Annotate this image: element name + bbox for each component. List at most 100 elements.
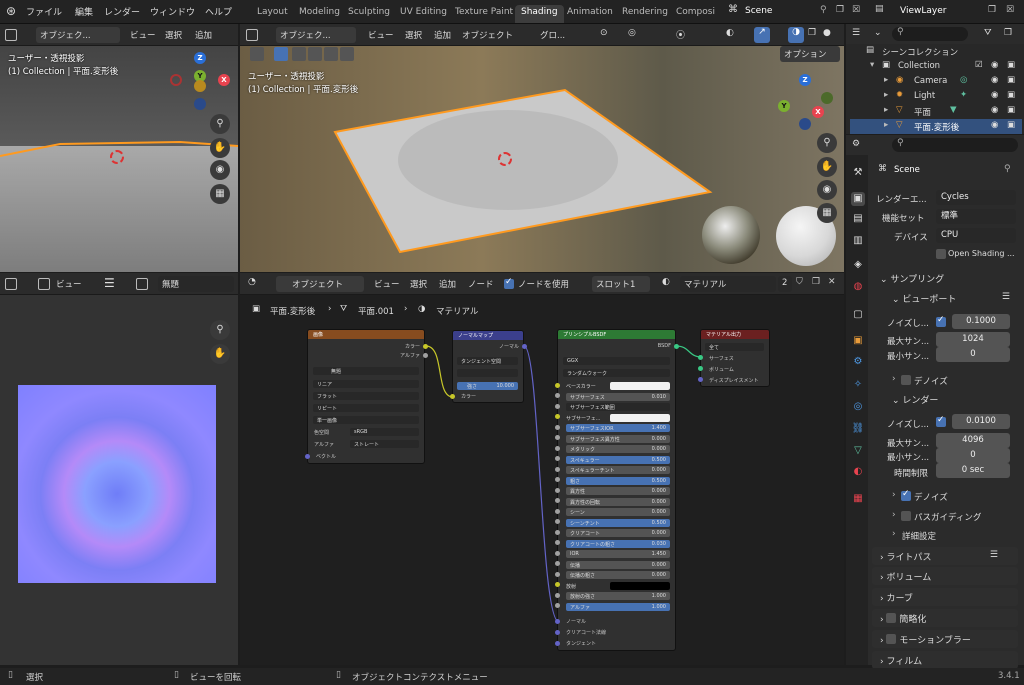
properties-editor-icon[interactable]: ⚙ [852,139,860,149]
menu-select[interactable]: 選択 [165,29,182,41]
eye-icon[interactable]: ◉ [991,60,998,70]
bsdf-input-socket[interactable] [555,403,560,409]
delete-viewlayer-icon[interactable]: ☒ [1006,5,1014,15]
eye-icon[interactable]: ◉ [991,90,998,100]
menu-add[interactable]: 追加 [434,29,451,41]
camera-render-icon[interactable]: ▣ [1007,60,1015,70]
image-color-socket[interactable] [423,344,428,349]
xray-icon[interactable]: ❐ [808,28,816,38]
bsdf-input-socket[interactable] [555,477,560,482]
bsdf-input-6[interactable]: メタリック 0.000 [566,445,670,453]
menu-file[interactable]: ファイル [26,5,62,18]
image-name-field[interactable]: 無題 [158,276,234,292]
node-header[interactable]: マテリアル出力 [701,330,769,339]
bsdf-input-3[interactable]: サブサーフェ... [566,413,670,422]
outliner-item-light[interactable]: ▸ ✹ Light ✦ ◉ ▣ [850,89,1022,104]
menu-add[interactable]: 追加 [195,29,212,41]
tab-sculpting[interactable]: Sculpting [342,5,396,23]
motion-blur-section[interactable]: › モーションブラー [872,630,1018,648]
bsdf-input-15[interactable]: クリアコートの粗さ 0.030 [566,539,670,548]
viewport-max-field[interactable]: 1024 [936,332,1010,347]
target-dropdown[interactable]: 全て [705,343,764,351]
expand-icon[interactable]: ▾ [870,60,874,70]
bsdf-input-8[interactable]: スペキュラーチント 0.000 [566,466,670,474]
checkbox-icon[interactable]: ☑ [975,60,983,70]
render-subsection[interactable]: ⌄ レンダー [884,390,1018,408]
time-limit-field[interactable]: 0 sec [936,463,1010,478]
menu-view[interactable]: ビュー [56,278,82,290]
render-denoise-checkbox[interactable] [901,489,911,501]
hamburger-icon[interactable]: ☰ [104,276,115,290]
visibility-icon[interactable]: ◐ [726,28,734,38]
node-header[interactable]: 画像 [308,330,424,339]
menu-view[interactable]: ビュー [368,29,394,41]
bsdf-input-socket[interactable] [555,561,560,566]
principled-bsdf-node[interactable]: プリンシプルBSDF BSDF GGX ランダムウォーク ベースカラー サブサーフ… [557,329,676,651]
simplify-section[interactable]: › 簡略化 [872,609,1018,627]
viewport-noise-field[interactable]: 0.1000 [952,314,1010,329]
gizmo-y-icon[interactable]: Y [778,100,790,112]
color-swatch[interactable] [610,382,670,390]
viewlayer-icon[interactable]: ▤ [875,4,884,14]
chevron-right-icon[interactable]: › [892,510,896,520]
normalmap-color-socket[interactable] [450,394,455,399]
curves-section[interactable]: › カーブ [872,588,1018,606]
gizmo-toggle-icon[interactable]: ↗ [754,27,770,43]
ortho-grid-icon[interactable]: ▦ [210,184,230,204]
scene-icon[interactable]: ⌘ [728,4,738,15]
node-header[interactable]: ノーマルマップ [453,331,523,340]
image-vector-socket[interactable] [305,454,310,459]
menu-help[interactable]: ヘルプ [205,5,232,18]
zoom-icon[interactable]: ⚲ [817,133,837,153]
new-viewlayer-icon[interactable]: ❐ [988,5,996,15]
texture-tab-icon[interactable]: ▦ [851,492,865,506]
camera-render-icon[interactable]: ▣ [1007,75,1015,85]
menu-edit[interactable]: 編集 [75,5,93,18]
source-dropdown[interactable]: 単一画像 [313,416,419,424]
viewport-denoise-checkbox[interactable] [901,375,911,385]
physics-tab-icon[interactable]: ◎ [851,400,865,414]
select-mode-4-icon[interactable] [340,47,354,61]
bsdf-tangent-socket[interactable] [555,641,560,646]
chevron-right-icon[interactable]: › [892,374,896,384]
mode-dropdown[interactable]: オブジェク... [276,27,356,43]
alpha-mode-dropdown[interactable]: ストレート [350,440,419,448]
uv-map-field[interactable] [457,369,518,377]
gizmo-neg-z-icon[interactable] [799,118,811,130]
render-max-field[interactable]: 4096 [936,433,1010,448]
bsdf-input-17[interactable]: 伝播 0.000 [566,560,670,569]
output-displacement-socket[interactable] [698,377,703,382]
gizmo-neg-x-icon[interactable] [170,74,182,86]
outliner-editor-icon[interactable]: ☰ [852,28,860,38]
bsdf-input-5[interactable]: サブサーフェス異方性 0.000 [566,434,670,443]
render-min-field[interactable]: 0 [936,448,1010,463]
node-header[interactable]: プリンシプルBSDF [558,330,675,339]
render-engine-dropdown[interactable]: Cycles [936,190,1016,205]
bsdf-output-socket[interactable] [674,344,679,349]
camera-render-icon[interactable]: ▣ [1007,90,1015,100]
pin-icon[interactable]: ⚲ [820,5,827,15]
bsdf-input-socket[interactable] [555,508,560,514]
eye-icon[interactable]: ◉ [991,120,998,130]
zoom-icon[interactable]: ⚲ [210,320,230,340]
select-mode-3-icon[interactable] [324,47,338,61]
pin-icon[interactable]: ⚲ [1004,164,1011,174]
interpolation-dropdown[interactable]: リニア [313,380,419,388]
image-browse-icon[interactable] [136,278,148,290]
snap-icon[interactable]: ◎ [628,28,636,38]
device-dropdown[interactable]: CPU [936,228,1016,243]
bsdf-input-2[interactable]: サブサーフェス範囲 [566,403,670,411]
bsdf-input-socket[interactable] [555,540,560,545]
outliner-item-collection[interactable]: ▾ ▣ Collection ☑ ◉ ▣ [850,59,1022,74]
scene-name[interactable]: Scene [745,6,815,16]
pivot-icon[interactable]: ⊙ [600,28,608,38]
bsdf-input-9[interactable]: 粗さ 0.500 [566,476,670,485]
colorspace-dropdown[interactable]: sRGB [350,428,419,436]
expand-icon[interactable]: ▸ [884,90,888,100]
outliner-item-plane[interactable]: ▸ ▽ 平面 ▼ ◉ ▣ [850,104,1022,119]
tab-compositing[interactable]: Composi [670,5,721,23]
expand-icon[interactable]: ▸ [884,120,888,130]
object-tab-icon[interactable]: ▣ [851,334,865,348]
modifier-tab-icon[interactable]: ⚙ [851,355,865,369]
eye-icon[interactable]: ◉ [991,75,998,85]
